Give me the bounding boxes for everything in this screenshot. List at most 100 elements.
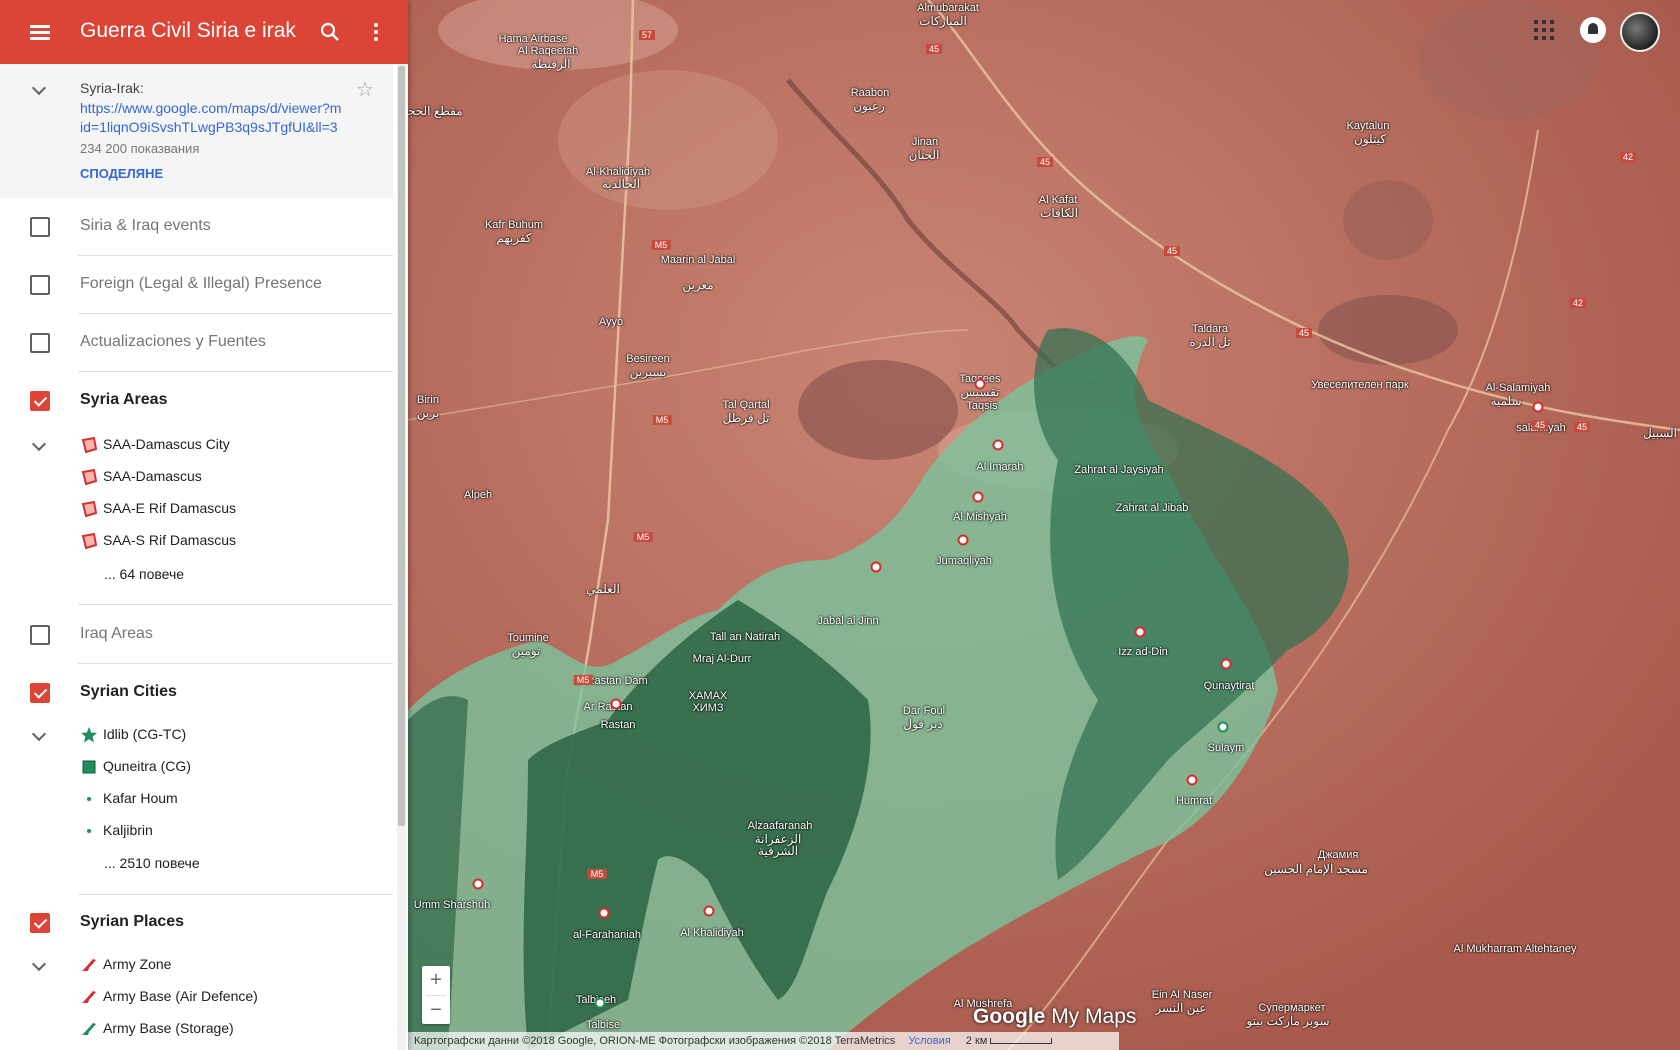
layer-checkbox-checked[interactable]	[30, 391, 50, 411]
apps-grid-icon[interactable]	[1534, 20, 1554, 40]
layer-checkbox[interactable]	[30, 625, 50, 645]
collapse-syrian-cities-icon[interactable]	[27, 724, 51, 748]
road-shield: 45	[1163, 246, 1181, 256]
legend-item[interactable]: Army Base (Air Defence)	[80, 982, 380, 1012]
map-label: الجنان	[908, 148, 940, 162]
road-shield: M5	[573, 675, 593, 685]
map-label: Джамия	[1317, 849, 1359, 861]
map-marker[interactable]	[974, 378, 986, 390]
layer-actualizaciones: Actualizaciones y Fuentes	[0, 314, 393, 372]
notifications-icon[interactable]	[1580, 17, 1606, 43]
map-label: Ein Al Naser	[1151, 989, 1213, 1001]
map-marker[interactable]	[598, 907, 610, 919]
map-label: تومين	[511, 644, 541, 658]
layer-name: Iraq Areas	[80, 625, 153, 642]
map-label: كفربهم	[496, 231, 532, 245]
layer-checkbox[interactable]	[30, 275, 50, 295]
road-shield: 45	[925, 44, 943, 54]
map-label: Al Imarah	[976, 461, 1024, 473]
rifle-icon	[82, 959, 96, 971]
map-label: Izz ad-Din	[1118, 646, 1168, 658]
layer-checkbox[interactable]	[30, 217, 50, 237]
map-label: Toumine	[507, 632, 549, 644]
scrollbar-thumb[interactable]	[398, 66, 405, 826]
map-attribution: Картографски данни ©2018 Google, ORION-M…	[408, 1032, 1119, 1050]
layer-name: Syrian Cities	[80, 683, 177, 700]
layer-checkbox-checked[interactable]	[30, 683, 50, 703]
map-canvas[interactable]: Hama Airbase Al Raqeetah الرقيطة Almubar…	[408, 0, 1680, 1050]
map-marker[interactable]	[594, 997, 606, 1009]
legend-item[interactable]: SAA-Damascus	[80, 462, 380, 492]
map-label: Alzaafaranah	[747, 820, 813, 832]
legend-item-label: Quneitra (CG)	[103, 758, 191, 774]
map-marker[interactable]	[992, 439, 1004, 451]
map-marker[interactable]	[472, 878, 484, 890]
map-label: الخالدية	[601, 177, 641, 191]
avatar[interactable]	[1620, 12, 1660, 52]
road-shield: 45	[1573, 422, 1591, 432]
layer-syrian-places: Syrian Places	[0, 894, 393, 952]
map-marker[interactable]	[1186, 774, 1198, 786]
collapse-info-icon[interactable]	[27, 78, 51, 102]
legend-item[interactable]: Idlib (CG-TC)	[80, 720, 380, 750]
terms-link[interactable]: Условия	[908, 1035, 950, 1047]
zoom-control: + −	[422, 966, 450, 1024]
more-options-icon[interactable]	[366, 20, 386, 44]
layer-name: Syria Areas	[80, 391, 168, 408]
map-label: Jabal al Jinn	[817, 615, 879, 627]
map-marker[interactable]	[1134, 626, 1146, 638]
dot-marker-icon	[87, 797, 91, 801]
layer-name: Siria & Iraq events	[80, 217, 211, 234]
zoom-out-button[interactable]: −	[422, 996, 450, 1024]
layer-foreign-presence: Foreign (Legal & Illegal) Presence	[0, 256, 393, 314]
legend-item[interactable]: Quneitra (CG)	[80, 752, 380, 782]
map-label: برين	[416, 406, 440, 420]
map-marker[interactable]	[1532, 401, 1544, 413]
star-icon[interactable]: ☆	[356, 80, 374, 100]
legend-item-label: Idlib (CG-TC)	[103, 726, 187, 742]
show-more-link[interactable]: ... 64 повече	[104, 566, 184, 582]
layer-checkbox-checked[interactable]	[30, 913, 50, 933]
menu-icon[interactable]	[28, 20, 52, 44]
road-shield: 45	[1036, 157, 1054, 167]
map-marker[interactable]	[972, 491, 984, 503]
map-marker[interactable]	[957, 534, 969, 546]
collapse-syrian-places-icon[interactable]	[27, 954, 51, 978]
layer-checkbox[interactable]	[30, 333, 50, 353]
map-label: Ayyo	[598, 316, 624, 328]
layer-syrian-cities: Syrian Cities	[0, 664, 393, 722]
share-button[interactable]: СПОДЕЛЯНЕ	[80, 166, 163, 181]
map-info-card: Syria-Irak: https://www.google.com/maps/…	[0, 64, 393, 198]
map-url-link[interactable]: https://www.google.com/maps/d/viewer?mid…	[80, 99, 342, 137]
map-label: Hama Airbase	[498, 33, 568, 45]
area-polygon-icon	[81, 532, 98, 550]
map-label: تل قرطل	[722, 411, 770, 425]
legend-item[interactable]: Army Zone	[80, 950, 380, 980]
legend-item-label: Army Zone	[103, 956, 172, 972]
legend-item[interactable]: Army Base (Storage)	[80, 1014, 380, 1044]
legend-item[interactable]: Kafar Houm	[80, 784, 380, 814]
legend-item[interactable]: Kaljibrin	[80, 816, 380, 846]
panel-scrollbar[interactable]	[397, 64, 406, 1050]
map-marker[interactable]	[703, 905, 715, 917]
legend-item[interactable]: SAA-E Rif Damascus	[80, 494, 380, 524]
search-icon[interactable]	[318, 20, 342, 44]
map-label: Maarin al Jabal	[660, 254, 736, 266]
road-shield: M5	[633, 532, 653, 542]
map-label: Tall an Natirah	[709, 631, 781, 643]
map-marker[interactable]	[610, 698, 622, 710]
legend-item[interactable]: SAA-Damascus City	[80, 430, 380, 460]
map-marker[interactable]	[870, 561, 882, 573]
map-label: مسجد الإمام الحسين	[1264, 862, 1368, 876]
map-label: Zahrat al Jaysiyah	[1074, 464, 1164, 476]
map-marker[interactable]	[1217, 721, 1229, 733]
map-marker[interactable]	[1220, 658, 1232, 670]
legend-item[interactable]: SAA-S Rif Damascus	[80, 526, 380, 556]
road-shield: 45	[1295, 328, 1313, 338]
zoom-in-button[interactable]: +	[422, 966, 450, 994]
show-more-link[interactable]: ... 2510 повече	[104, 855, 200, 871]
map-label: Al Mishyah	[953, 511, 1007, 523]
map-label: Talbise	[585, 1019, 621, 1031]
map-label: Al Raqeetah	[517, 45, 579, 57]
collapse-syria-areas-icon[interactable]	[27, 434, 51, 458]
